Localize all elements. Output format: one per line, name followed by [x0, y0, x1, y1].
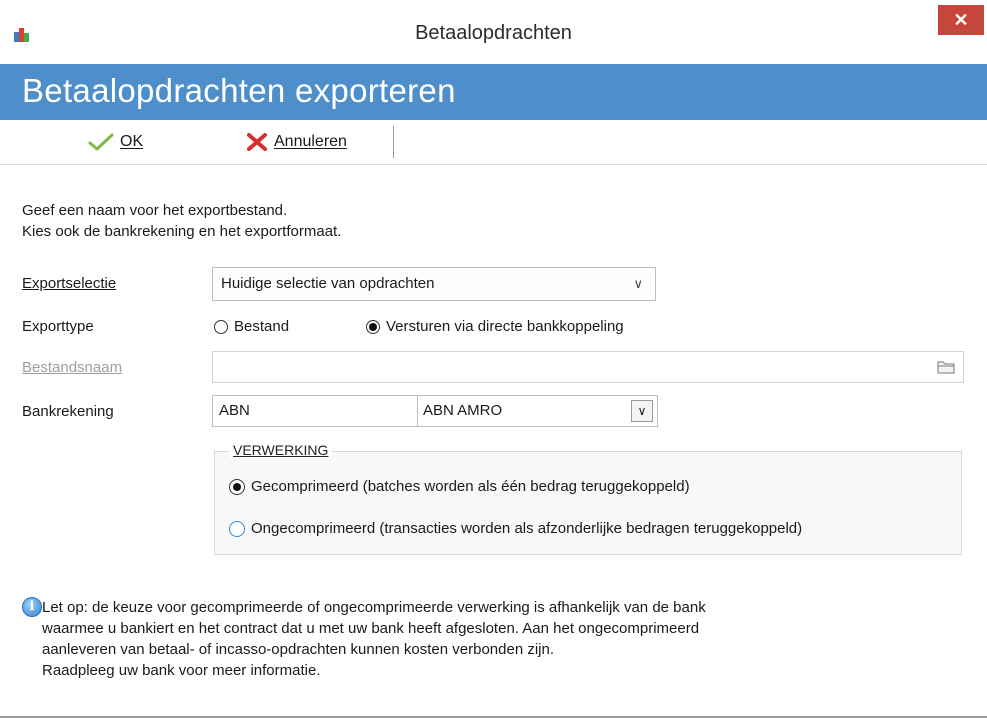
- exportselectie-select[interactable]: Huidige selectie van opdrachten ∨: [212, 267, 656, 301]
- bestandsnaam-input[interactable]: [212, 351, 964, 383]
- cancel-button-label: Annuleren: [274, 133, 347, 150]
- radio-circle: [214, 319, 228, 334]
- verwerking-group: VERWERKING Gecomprimeerd (batches worden…: [214, 442, 962, 555]
- exportselectie-value: Huidige selectie van opdrachten: [221, 275, 435, 292]
- page-title: Betaalopdrachten exporteren: [22, 72, 456, 109]
- window-title: Betaalopdrachten: [415, 22, 572, 44]
- note-line-1: Let op: de keuze voor gecomprimeerde of …: [42, 599, 706, 616]
- toolbar-separator: [393, 126, 394, 158]
- info-note: Let op: de keuze voor gecomprimeerde of …: [42, 597, 942, 681]
- radio-gecomprimeerd[interactable]: Gecomprimeerd (batches worden als één be…: [229, 478, 690, 495]
- exporttype-label: Exporttype: [22, 318, 94, 335]
- instruction-line-1: Geef een naam voor het exportbestand.: [22, 202, 288, 219]
- bestandsnaam-label: Bestandsnaam: [22, 359, 123, 376]
- exportselectie-label: Exportselectie: [22, 275, 117, 292]
- ok-button[interactable]: OK: [88, 130, 143, 154]
- radio-circle: [229, 520, 245, 537]
- radio-bestand-label: Bestand: [234, 318, 290, 335]
- note-line-3: aanleveren van betaal- of incasso-opdrac…: [42, 641, 555, 658]
- radio-circle-selected: [366, 319, 380, 334]
- bank-divider: [417, 396, 418, 426]
- note-line-4: Raadpleeg uw bank voor meer informatie.: [42, 662, 321, 679]
- folder-icon[interactable]: [937, 359, 955, 375]
- close-button[interactable]: ✕: [938, 5, 984, 35]
- red-x-icon: [247, 133, 267, 151]
- radio-circle-selected: [229, 478, 245, 495]
- radio-ongecomprimeerd[interactable]: Ongecomprimeerd (transacties worden als …: [229, 520, 802, 537]
- chevron-down-icon: ∨: [633, 276, 643, 291]
- radio-bestand[interactable]: Bestand: [214, 318, 289, 335]
- note-line-2: waarmee u bankiert en het contract dat u…: [42, 620, 700, 637]
- verwerking-legend: VERWERKING: [229, 442, 333, 458]
- radio-gecomprimeerd-label: Gecomprimeerd (batches worden als één be…: [251, 478, 690, 495]
- cancel-button[interactable]: Annuleren: [246, 130, 347, 154]
- info-icon: i: [22, 597, 42, 617]
- window-titlebar: Betaalopdrachten ✕: [0, 0, 987, 65]
- instructions: Geef een naam voor het exportbestand. Ki…: [22, 200, 341, 242]
- bankrekening-combobox[interactable]: ABN ABN AMRO ∨: [212, 395, 658, 427]
- dialog-content: Geef een naam voor het exportbestand. Ki…: [0, 165, 987, 718]
- app-logo-icon: [14, 28, 29, 42]
- toolbar: OK Annuleren: [0, 120, 987, 165]
- bank-code: ABN: [219, 402, 250, 419]
- bankrekening-label: Bankrekening: [22, 403, 114, 420]
- bank-name: ABN AMRO: [423, 402, 503, 419]
- chevron-down-icon[interactable]: ∨: [631, 400, 653, 422]
- radio-directe-bankkoppeling[interactable]: Versturen via directe bankkoppeling: [366, 318, 624, 335]
- radio-directe-bankkoppeling-label: Versturen via directe bankkoppeling: [386, 318, 624, 335]
- radio-ongecomprimeerd-label: Ongecomprimeerd (transacties worden als …: [251, 520, 803, 537]
- checkmark-icon: [88, 133, 114, 151]
- header-banner: Betaalopdrachten exporteren: [0, 64, 987, 120]
- instruction-line-2: Kies ook de bankrekening en het exportfo…: [22, 223, 342, 240]
- ok-button-label: OK: [120, 133, 144, 150]
